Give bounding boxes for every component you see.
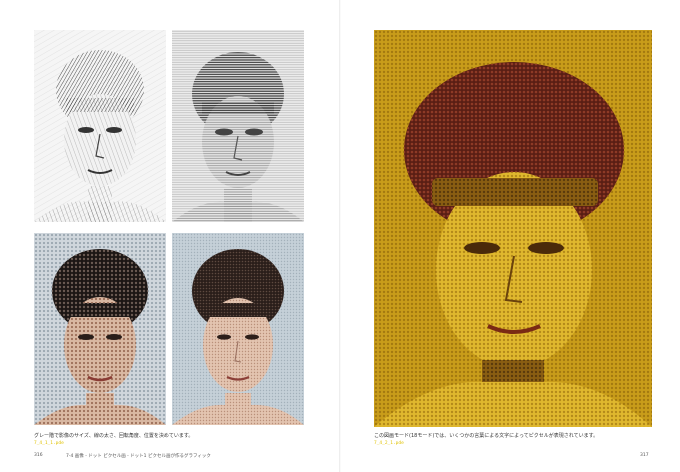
- right-code-reference: 7_4_2_1.pde: [374, 441, 404, 446]
- left-page-number: 316: [34, 453, 43, 458]
- left-code-reference: 7_4_1_1.pde: [34, 441, 64, 446]
- pixel-portrait-coarse-image: [34, 233, 166, 425]
- running-head: 7-4 画像 - ドット ピクセル画 - ドット1 ピクセル画が作るグラフィック: [66, 454, 211, 459]
- line-portrait-embossed-figure: [172, 30, 304, 222]
- pixel-portrait-fine-figure: [172, 233, 304, 425]
- pixel-portrait-fine-image: [172, 233, 304, 425]
- line-portrait-sketch-image: [34, 30, 166, 222]
- right-page-number: 317: [640, 453, 649, 458]
- page-gutter: [339, 0, 341, 472]
- left-figure-caption: グレー階で影像のサイズ、線の太さ、回転角度、位置を決めています。: [34, 433, 194, 439]
- pixel-portrait-coarse-figure: [34, 233, 166, 425]
- text-pixel-portrait-figure: [374, 30, 652, 427]
- line-portrait-sketch-figure: [34, 30, 166, 222]
- line-portrait-embossed-image: [172, 30, 304, 222]
- book-spread: グレー階で影像のサイズ、線の太さ、回転角度、位置を決めています。 7_4_1_1…: [0, 0, 680, 472]
- text-pixel-portrait-image: [374, 30, 652, 427]
- right-figure-caption: この図画モード(18モード)では、いくつかの言葉による文字によってピクセルが表現…: [374, 433, 599, 439]
